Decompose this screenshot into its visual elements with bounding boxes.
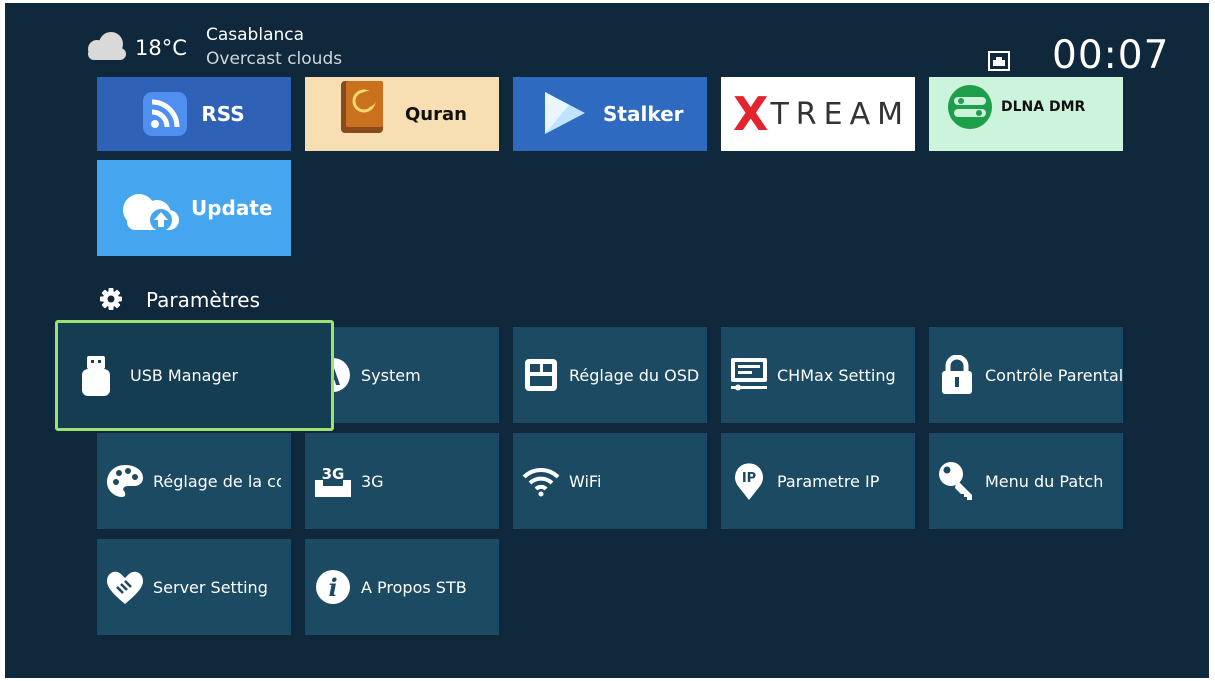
monitor-icon <box>729 355 769 395</box>
svg-text:IP: IP <box>742 471 756 486</box>
weather-condition: Overcast clouds <box>206 49 343 69</box>
tile-label: USB Manager <box>130 366 239 385</box>
key-icon <box>937 461 977 501</box>
tile-label: Menu du Patch <box>985 471 1104 491</box>
temperature: 18°C <box>135 36 187 60</box>
app-tile-stalker[interactable]: Stalker <box>513 77 707 151</box>
rss-icon <box>143 92 188 136</box>
settings-tile-server[interactable]: Server Setting <box>97 539 291 635</box>
app-label: RSS <box>201 102 245 126</box>
settings-tile-about[interactable]: i A Propos STB <box>305 539 499 635</box>
gear-icon <box>100 288 122 310</box>
tv-screen: 18°C Casablanca Overcast clouds 00:07 RS… <box>5 3 1209 678</box>
usb-drive-icon <box>76 355 116 396</box>
ip-pin-icon: IP <box>729 461 769 501</box>
settings-tile-3g[interactable]: 3G 3G <box>305 433 499 529</box>
app-tile-rss[interactable]: RSS <box>97 77 291 151</box>
tile-label: Réglage de la couleur <box>153 471 281 491</box>
tile-label: Contrôle Parental <box>985 365 1123 385</box>
tile-label: CHMax Setting <box>777 365 896 385</box>
tile-label: Parametre IP <box>777 471 880 491</box>
settings-tile-patch[interactable]: Menu du Patch <box>929 433 1123 529</box>
app-label: DLNA DMR <box>1001 99 1086 115</box>
play-icon <box>545 92 585 134</box>
info-icon: i <box>313 567 353 607</box>
clock: 00:07 <box>1052 33 1170 78</box>
tile-label: System <box>361 365 421 385</box>
tile-label: WiFi <box>569 471 602 491</box>
section-title: Paramètres <box>146 288 261 312</box>
tile-label: Réglage du OSD <box>569 365 700 385</box>
app-tile-xtream[interactable]: X TREAM <box>721 77 915 151</box>
tile-label: 3G <box>361 471 384 491</box>
wifi-icon <box>521 461 561 501</box>
3g-icon: 3G <box>313 461 353 501</box>
settings-tile-chmax[interactable]: CHMax Setting <box>721 327 915 423</box>
settings-tile-parental[interactable]: Contrôle Parental <box>929 327 1123 423</box>
xtream-logo-x: X <box>733 87 769 141</box>
settings-tile-wifi[interactable]: WiFi <box>513 433 707 529</box>
app-tile-dlna[interactable]: DLNA DMR <box>929 77 1123 151</box>
settings-tile-color[interactable]: Réglage de la couleur <box>97 433 291 529</box>
app-label: Stalker <box>603 102 684 126</box>
settings-tile-system[interactable]: System <box>305 327 499 423</box>
palette-icon <box>105 461 145 501</box>
svg-text:i: i <box>328 573 337 602</box>
dlna-icon <box>948 85 992 129</box>
cloud-upload-icon <box>123 194 179 231</box>
settings-tile-usb-manager[interactable]: USB Manager <box>55 320 334 431</box>
app-label: Quran <box>405 103 467 125</box>
app-label: TREAM <box>770 96 910 132</box>
lock-icon <box>937 355 977 395</box>
handshake-icon <box>105 567 145 607</box>
svg-text:3G: 3G <box>322 465 345 483</box>
city-name: Casablanca <box>206 25 305 45</box>
ethernet-icon <box>988 51 1010 71</box>
cloud-icon <box>88 32 126 60</box>
tile-label: Server Setting <box>153 577 268 597</box>
app-tile-quran[interactable]: Quran <box>305 77 499 151</box>
tile-label: A Propos STB <box>361 577 467 597</box>
osd-icon <box>521 355 561 395</box>
quran-book-icon <box>341 81 383 133</box>
settings-tile-ip[interactable]: IP Parametre IP <box>721 433 915 529</box>
settings-tile-osd[interactable]: Réglage du OSD <box>513 327 707 423</box>
app-label: Update <box>191 196 273 220</box>
app-tile-update[interactable]: Update <box>97 160 291 256</box>
